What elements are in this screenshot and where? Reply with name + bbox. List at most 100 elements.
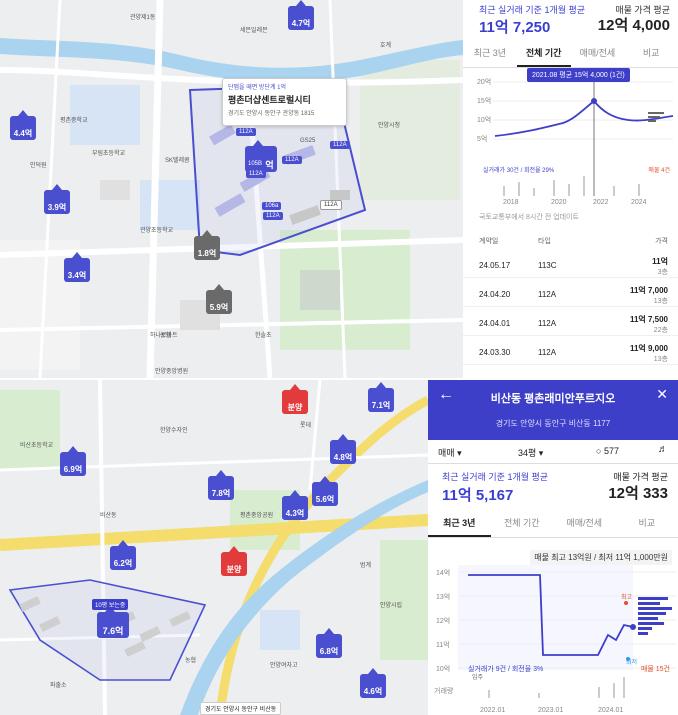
price-chart[interactable]: 14억 13억 12억 11억 10억 2022.01 2023.01 2024… <box>428 565 678 715</box>
y-tick: 10억 <box>477 116 491 124</box>
unit-label: 112A <box>246 170 266 178</box>
map-label: 안양여자고 <box>270 663 298 669</box>
filter-bar: 매매 ▾ 34평 ▾ ○ 577 ♬ <box>428 440 678 464</box>
map-label: 범계 <box>360 563 372 569</box>
current-point <box>630 624 636 630</box>
map-label: 관양초등학교 <box>140 228 174 234</box>
update-note: 국토교통부에서 8시간 전 업데이트 <box>479 214 579 221</box>
tab-compare[interactable]: 비교 <box>624 40 678 67</box>
recent-avg-value: 11억 5,167 <box>442 487 514 504</box>
price-pin[interactable]: 1.8억 <box>194 230 220 260</box>
map-label: 관양제1동 <box>130 15 156 21</box>
close-icon[interactable]: ✕ <box>656 386 668 403</box>
map-label: 평촌중앙공원 <box>240 513 274 519</box>
table-row[interactable]: 24.03.30 112A 11억 9,000 13층 <box>463 341 678 365</box>
table-row[interactable]: 24.04.20 112A 11억 7,000 13층 <box>463 283 678 307</box>
price-pin[interactable]: 6.8억 <box>316 628 342 658</box>
x-tick: 2020 <box>551 199 567 206</box>
unit-label: 112A <box>236 128 256 136</box>
price-pin[interactable]: 6.9억 <box>60 446 86 476</box>
tab-recent-3y[interactable]: 최근 3년 <box>463 40 517 67</box>
complex-title: 비산동 평촌래미안푸르지오 <box>490 393 616 405</box>
tab-compare[interactable]: 비교 <box>616 510 678 537</box>
price-pin-selected[interactable]: 11.7억 <box>245 140 277 172</box>
x-tick: 2024 <box>631 199 647 206</box>
comment-button[interactable]: ○ 577 <box>596 446 619 456</box>
y-tick: 10억 <box>436 665 450 673</box>
popup-title: 평촌더샵센트로럴시티 <box>228 95 311 105</box>
map-label: 농협 <box>160 333 172 339</box>
popup-badge: 단맵을 떼면 방단계 1억 <box>228 85 287 91</box>
trade-select[interactable]: 매매 ▾ <box>438 446 462 459</box>
map-label: 평촌중학교 <box>60 118 88 124</box>
recent-avg-title: 최근 실거래 기준 1개월 평균 <box>442 472 549 482</box>
price-pin[interactable]: 4.4억 <box>10 110 36 140</box>
map-location-label: 경기도 안양시 동안구 비산동 <box>200 702 282 715</box>
map-label: 농협 <box>185 658 197 664</box>
price-pin-selected[interactable]: 7.6억 <box>97 606 129 638</box>
price-pin[interactable]: 7.1억 <box>368 382 394 412</box>
panel-header: ← 비산동 평촌래미안푸르지오 ✕ 경기도 안양시 동안구 비산동 1177 <box>428 380 678 440</box>
y-tick: 5억 <box>477 135 487 143</box>
map-label: 한솔초 <box>255 333 272 339</box>
move-in-label: 입주 <box>472 675 484 681</box>
tab-trade-lease[interactable]: 매매/전세 <box>571 40 625 67</box>
price-pin-presale[interactable]: 분양 <box>282 384 308 414</box>
price-pin[interactable]: 4.3억 <box>282 490 308 520</box>
map-label: 인덕원 <box>30 163 47 169</box>
x-tick: 2022 <box>593 199 609 206</box>
high-point <box>624 601 628 605</box>
price-panel-bottom: ← 비산동 평촌래미안푸르지오 ✕ 경기도 안양시 동안구 비산동 1177 매… <box>428 380 678 715</box>
y-tick: 12억 <box>436 617 450 625</box>
price-pin[interactable]: 5.6억 <box>312 476 338 506</box>
price-pin[interactable]: 4.6억 <box>360 668 386 698</box>
map-background <box>0 380 428 715</box>
table-row[interactable]: 24.04.01 112A 11억 7,500 22층 <box>463 312 678 336</box>
price-line <box>494 99 674 137</box>
price-pin-presale[interactable]: 분양 <box>221 546 247 576</box>
legend-listings: 매물 4건 <box>648 168 670 174</box>
recent-avg-value: 11억 7,250 <box>479 19 551 36</box>
low-label: 최저 <box>626 658 637 666</box>
table-row[interactable]: 24.05.17 113C 11억 3층 <box>463 254 678 278</box>
unit-label: 106a <box>262 202 282 210</box>
bell-icon[interactable]: ♬ <box>658 444 668 455</box>
map-label: 롯데 <box>300 423 312 429</box>
popup-address: 경기도 안양시 동안구 관양동 1815 <box>228 111 315 117</box>
tab-all-period[interactable]: 전체 기간 <box>516 40 571 67</box>
tab-all-period[interactable]: 전체 기간 <box>491 510 554 537</box>
price-pin[interactable]: 3.4억 <box>64 252 90 282</box>
price-pin[interactable]: 4.7억 <box>288 0 314 30</box>
x-tick: 2024.01 <box>598 707 623 714</box>
unit-label: 112A <box>330 141 350 149</box>
price-pin[interactable]: 7.8억 <box>208 470 234 500</box>
volume-bars <box>488 677 625 698</box>
price-pin[interactable]: 5.9억 <box>206 284 232 314</box>
high-label: 최고 <box>621 593 633 601</box>
map-bottom[interactable]: 분양 7.1억 6.9억 4.8억 7.8억 5.6억 4.3억 6.2억 분양… <box>0 380 428 715</box>
tab-recent-3y[interactable]: 최근 3년 <box>428 510 491 537</box>
selected-size-label: 10평 보는중 <box>92 599 129 610</box>
y-tick: 15억 <box>477 97 491 105</box>
price-pin[interactable]: 4.8억 <box>330 434 356 464</box>
map-label: 세븐일레븐 <box>240 28 268 34</box>
map-label: 안양시청 <box>378 123 401 129</box>
price-chart[interactable]: 20억 15억 10억 5억 2018 2020 2022 2024 <box>463 68 678 208</box>
volume-bars <box>503 176 640 196</box>
price-pin[interactable]: 6.2억 <box>110 540 136 570</box>
x-tick: 2018 <box>503 199 519 206</box>
unit-label: 112A <box>320 200 342 210</box>
price-pin[interactable]: 3.9억 <box>44 184 70 214</box>
unit-label: 112A <box>263 212 283 220</box>
chart-tooltip: 2021.08 평균 15억 4,000 (1건) <box>527 68 630 82</box>
x-tick: 2022.01 <box>480 707 505 714</box>
map-label: 비산동 <box>100 513 117 519</box>
map-label: 한양수자인 <box>160 428 188 434</box>
map-label: GS25 <box>300 138 316 144</box>
y-tick: 13억 <box>436 593 450 601</box>
y-tick: 14억 <box>436 569 450 577</box>
complex-popup[interactable]: 단맵을 떼면 방단계 1억 평촌더샵센트로럴시티 경기도 안양시 동안구 관양동… <box>222 78 347 126</box>
tab-trade-lease[interactable]: 매매/전세 <box>553 510 616 537</box>
size-select[interactable]: 34평 ▾ <box>518 446 543 459</box>
map-top[interactable]: 단맵을 떼면 방단계 1억 평촌더샵센트로럴시티 경기도 안양시 동안구 관양동… <box>0 0 463 378</box>
